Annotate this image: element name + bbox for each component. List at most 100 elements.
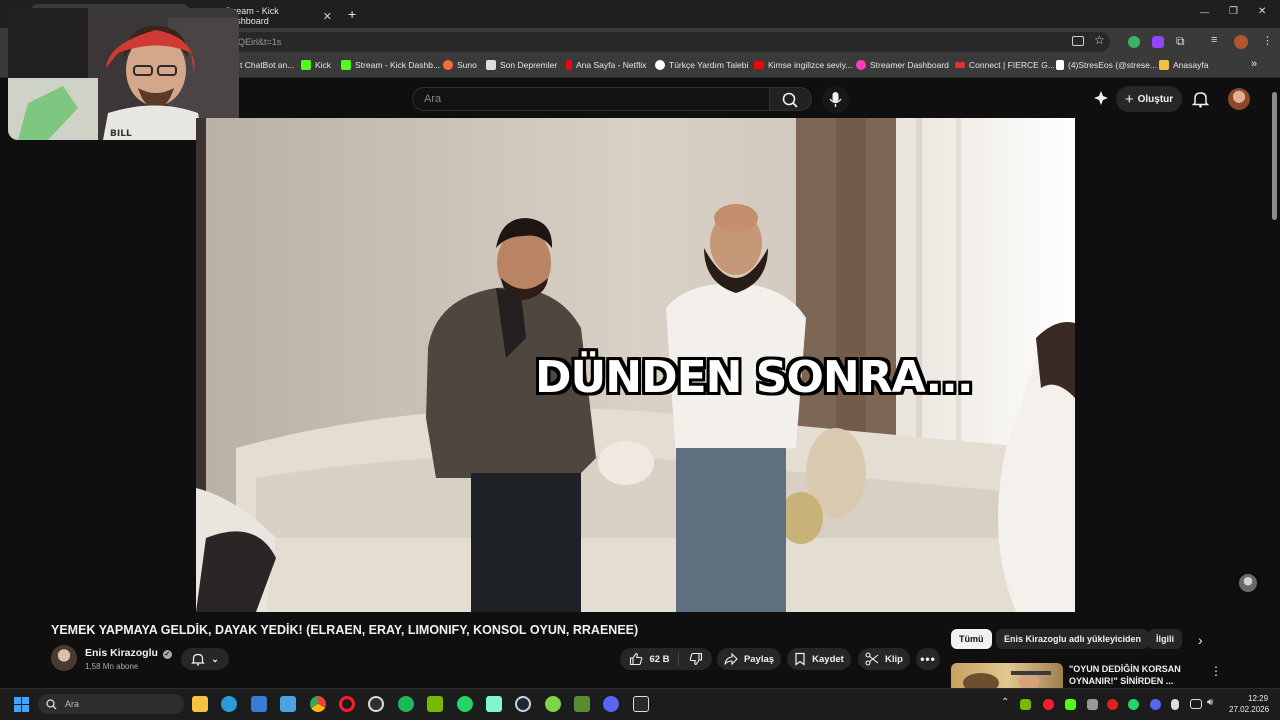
share-label: Paylaş	[743, 653, 775, 665]
taskbar-clock-date[interactable]: 27.02.2026	[1229, 705, 1269, 714]
extension-shield-icon[interactable]	[1128, 36, 1140, 48]
obs-icon[interactable]	[368, 696, 384, 712]
bookmark-label: Connect | FIERCE G...	[969, 60, 1055, 70]
bookmark-tiktok[interactable]: (4)StresEos (@strese...	[1056, 60, 1157, 70]
tray-app-icon-5[interactable]	[1107, 699, 1118, 710]
save-button[interactable]: Kaydet	[787, 648, 851, 670]
bookmark-suno[interactable]: Suno	[443, 60, 477, 70]
chip-uploader[interactable]: Enis Kirazoglu adlı yükleyiciden	[996, 629, 1150, 649]
bookmarks-overflow-button[interactable]: »	[1251, 58, 1257, 70]
extension-twitch-icon[interactable]	[1152, 36, 1164, 48]
bookmark-star-icon[interactable]: ☆	[1094, 33, 1105, 47]
share-button[interactable]: Paylaş	[717, 648, 781, 670]
file-explorer-icon[interactable]	[192, 696, 208, 712]
tray-app-icon-4[interactable]	[1087, 699, 1098, 710]
tray-app-icon-7[interactable]	[1150, 699, 1161, 710]
clip-label: Klip	[885, 653, 903, 665]
recommended-video-title[interactable]: "OYUN DEDİĞİN KORSAN OYNANIR!" SİNİRDEN …	[1069, 663, 1181, 687]
chip-all[interactable]: Tümü	[951, 629, 992, 649]
steam-icon[interactable]	[515, 696, 531, 712]
bookmark-kick-dashboard[interactable]: Stream - Kick Dashb...	[341, 60, 440, 70]
svg-text:BILL: BILL	[110, 129, 132, 139]
channel-name[interactable]: Enis Kirazoglu ✓	[85, 647, 172, 659]
chevron-down-icon: ⌄	[211, 653, 219, 664]
store-icon[interactable]	[251, 696, 267, 712]
kick-icon	[341, 60, 351, 70]
address-field[interactable]	[230, 32, 1110, 52]
bookmark-label: t ChatBot an...	[240, 60, 295, 70]
bookmark-anasayfa[interactable]: Anasayfa	[1159, 60, 1208, 70]
whatsapp-icon[interactable]	[457, 696, 473, 712]
profile-avatar-icon[interactable]	[1234, 35, 1248, 49]
voice-search-button[interactable]	[822, 86, 849, 113]
nvidia-icon[interactable]	[427, 696, 443, 712]
minecraft-icon[interactable]	[574, 696, 590, 712]
search-input[interactable]: Ara	[412, 87, 770, 111]
reading-list-icon[interactable]: ≡	[1211, 34, 1217, 46]
bell-icon	[191, 653, 206, 666]
taskbar-clock-time[interactable]: 12:29	[1248, 694, 1268, 703]
chips-next-chevron-icon[interactable]: ›	[1198, 632, 1203, 648]
epic-games-icon[interactable]	[633, 696, 649, 712]
tray-app-icon-2[interactable]	[1043, 699, 1054, 710]
bookmark-son-depremler[interactable]: Son Depremler	[486, 60, 557, 70]
windows-start-icon[interactable]	[14, 697, 29, 712]
bookmark-youtube-video[interactable]: Kimse ingilizce seviy...	[754, 60, 852, 70]
kick-icon	[301, 60, 311, 70]
tab-close-icon[interactable]: ✕	[323, 10, 332, 23]
tray-display-icon[interactable]	[1190, 699, 1202, 709]
more-actions-button[interactable]: •••	[916, 648, 940, 670]
channel-name-text: Enis Kirazoglu	[85, 647, 158, 659]
taskbar-search-field[interactable]: Ara	[38, 694, 184, 714]
tray-app-icon-3[interactable]	[1065, 699, 1076, 710]
address-text: QEirl&t=1s	[238, 37, 282, 47]
dislike-button[interactable]	[685, 652, 703, 666]
clip-button[interactable]: Klip	[858, 648, 910, 670]
like-button[interactable]: 62 B	[629, 652, 679, 666]
video-title: YEMEK YAPMAYA GELDİK, DAYAK YEDİK! (ELRA…	[51, 623, 639, 637]
search-button[interactable]	[770, 87, 812, 111]
edge-icon[interactable]	[221, 696, 237, 712]
create-button[interactable]: + Oluştur	[1116, 86, 1182, 112]
minimize-button[interactable]: —	[1200, 7, 1209, 17]
subscription-bell-button[interactable]: ⌄	[181, 648, 229, 670]
bookmark-yardim[interactable]: Türkçe Yardım Talebi	[655, 60, 748, 70]
bookmark-label: Suno	[457, 60, 477, 70]
tray-app-icon-6[interactable]	[1128, 699, 1139, 710]
bookmark-connect[interactable]: Connect | FIERCE G...	[955, 60, 1055, 70]
chip-related[interactable]: İlgili	[1148, 629, 1182, 649]
bookmark-streamer-dashboard[interactable]: Streamer Dashboard	[856, 60, 949, 70]
watermark-avatar[interactable]	[1239, 574, 1257, 592]
connect-icon	[955, 62, 965, 68]
bookmark-chatbot[interactable]: t ChatBot an...	[240, 60, 294, 70]
recommended-video-thumbnail[interactable]	[951, 663, 1063, 688]
tab-kick-label: Stream - Kick Dashboard	[224, 6, 279, 26]
page-scrollbar[interactable]	[1272, 92, 1277, 220]
chrome-icon[interactable]	[310, 696, 326, 712]
tray-microphone-icon[interactable]	[1171, 699, 1179, 710]
account-avatar[interactable]	[1228, 88, 1250, 110]
recommended-more-vertical-icon[interactable]: ⋮	[1210, 664, 1222, 678]
gemini-spark-icon[interactable]	[1093, 90, 1109, 106]
streamlabs-icon[interactable]	[486, 696, 502, 712]
tray-chevron-up-icon[interactable]: ⌃	[1001, 697, 1009, 708]
bookmark-kick[interactable]: Kick	[301, 60, 331, 70]
tray-volume-icon[interactable]: 🔊︎	[1207, 697, 1213, 708]
browser-menu-icon[interactable]: ⋮	[1262, 34, 1273, 47]
bookmark-netflix[interactable]: Ana Sayfa - Netflix	[566, 60, 646, 70]
opera-icon[interactable]	[339, 696, 355, 712]
discord-icon[interactable]	[603, 696, 619, 712]
notifications-bell-icon[interactable]	[1192, 90, 1209, 108]
cast-icon[interactable]	[1072, 36, 1084, 46]
maximize-button[interactable]: ❐	[1229, 6, 1238, 17]
new-tab-button[interactable]: +	[348, 6, 356, 22]
spotify-icon[interactable]	[398, 696, 414, 712]
thumbnail-image	[963, 671, 1051, 688]
xbox-app-icon[interactable]	[545, 696, 561, 712]
extensions-puzzle-icon[interactable]: ⧉	[1176, 34, 1185, 49]
tray-app-icon-1[interactable]	[1020, 699, 1031, 710]
share-arrow-icon	[724, 652, 738, 666]
app-icon[interactable]	[280, 696, 296, 712]
close-window-button[interactable]: ✕	[1258, 6, 1266, 17]
channel-avatar[interactable]	[51, 645, 77, 671]
